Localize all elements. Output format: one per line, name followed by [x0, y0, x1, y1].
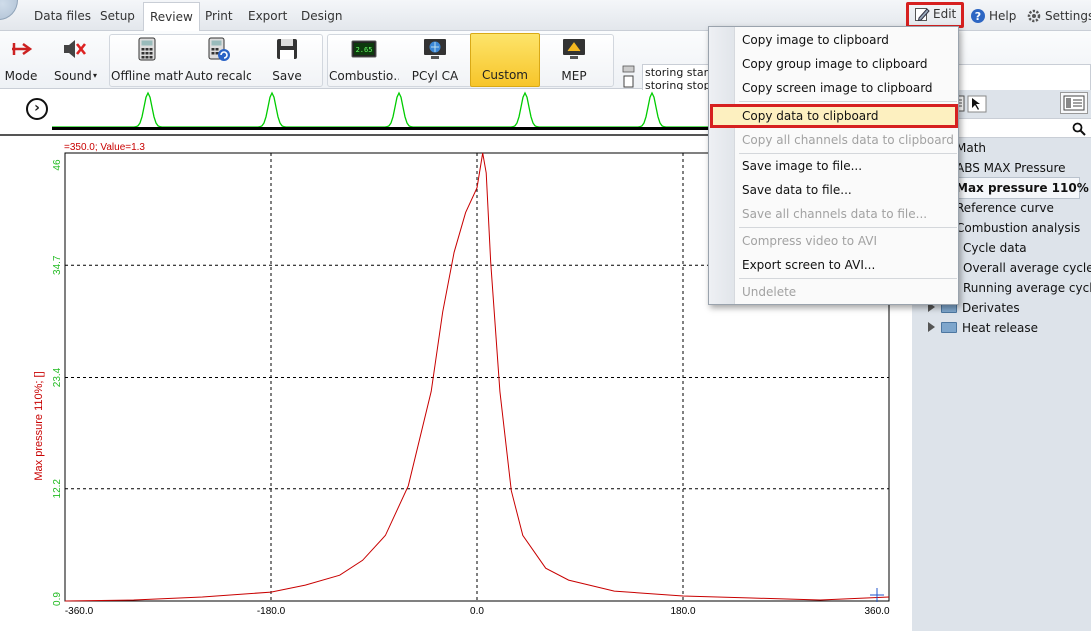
x-tick-label: -180.0: [257, 606, 286, 617]
combustion-button[interactable]: 2.65 Combustio…: [329, 33, 399, 87]
y-tick-label: 0.9: [52, 592, 63, 606]
tab-design[interactable]: Design: [295, 2, 348, 31]
tab-export[interactable]: Export: [242, 2, 293, 31]
custom-button[interactable]: Custom: [470, 33, 540, 87]
mep-button[interactable]: MEP: [543, 33, 605, 87]
tree-item-cycle-data[interactable]: Cycle data: [963, 238, 1027, 258]
save-label: Save: [272, 69, 302, 83]
menu-item-export-screen-avi[interactable]: Export screen to AVI...: [742, 254, 875, 276]
x-tick-label: 360.0: [864, 606, 889, 617]
tree-item-math[interactable]: Math: [956, 138, 986, 158]
tab-print[interactable]: Print: [199, 2, 239, 31]
tab-data-files[interactable]: Data files: [28, 2, 97, 31]
calculator-refresh-icon: [208, 37, 230, 61]
app-logo-icon[interactable]: [0, 0, 18, 20]
sound-muted-icon: [64, 40, 87, 58]
auto-recalc-label: Auto recalc: [185, 69, 251, 83]
mode-icon: [12, 42, 33, 56]
edit-dropdown-menu: Copy image to clipboard Copy group image…: [708, 26, 959, 305]
settings-icon: [1027, 9, 1041, 23]
panel-view-icon[interactable]: [1060, 92, 1088, 114]
menu-item-copy-group-image[interactable]: Copy group image to clipboard: [742, 53, 928, 75]
tree-item-overall-average-cycles[interactable]: Overall average cycles: [963, 258, 1091, 278]
menu-item-copy-image[interactable]: Copy image to clipboard: [742, 29, 889, 51]
floppy-disk-icon: [277, 39, 297, 59]
combustion-label: Combustio…: [329, 69, 399, 83]
offline-math-button[interactable]: Offline math: [111, 33, 183, 87]
cursor-readout: =350.0; Value=1.3: [64, 142, 145, 153]
custom-label: Custom: [482, 68, 528, 82]
y-tick-labels: 0.9 12.2 23.4 34.7 46: [52, 159, 63, 606]
mode-button[interactable]: Mode: [0, 33, 42, 87]
tree-item-reference-curve[interactable]: Reference curve: [956, 198, 1054, 218]
pcyl-ca-label: PCyl CA: [411, 69, 459, 83]
navigate-next-icon[interactable]: ›: [26, 98, 48, 120]
tree-item-running-average-cycles[interactable]: Running average cycles: [963, 278, 1091, 298]
combustion-display-icon: 2.65: [351, 40, 377, 58]
calculator-icon: [138, 37, 156, 61]
svg-text:2.65: 2.65: [356, 46, 373, 54]
edit-icon: [915, 8, 930, 22]
tree-item-label: Derivates: [962, 301, 1020, 315]
folder-icon: [941, 322, 957, 333]
menu-separator: [739, 101, 957, 102]
svg-text:?: ?: [975, 10, 981, 23]
chevron-down-icon[interactable]: ▾: [93, 71, 97, 80]
y-axis-label: Max pressure 110%; []: [33, 371, 45, 480]
menu-item-save-all-channels-data: Save all channels data to file...: [742, 207, 928, 221]
menu-item-save-data[interactable]: Save data to file...: [742, 179, 852, 201]
log-line: storing started: [645, 66, 711, 79]
monitor-globe-icon: [424, 39, 446, 59]
tab-setup[interactable]: Setup: [94, 2, 141, 31]
tree-item-heat-release[interactable]: Heat release: [928, 318, 1038, 338]
save-button[interactable]: Save: [258, 33, 316, 87]
mep-label: MEP: [561, 69, 587, 83]
edit-label: Edit: [933, 7, 957, 21]
sound-button[interactable]: Sound ▾: [46, 33, 102, 87]
settings-label: Settings: [1045, 9, 1091, 23]
help-label: Help: [989, 9, 1017, 23]
menu-item-undelete: Undelete: [742, 285, 797, 299]
menu-separator: [739, 153, 957, 154]
y-tick-label: 12.2: [52, 479, 63, 499]
menu-icon-gutter: [709, 27, 735, 304]
y-tick-label: 34.7: [52, 255, 63, 275]
edit-button[interactable]: Edit: [906, 2, 964, 28]
auto-recalc-button[interactable]: Auto recalc: [185, 33, 251, 87]
x-tick-labels: -360.0 -180.0 0.0 180.0 360.0: [65, 606, 890, 617]
tree-item-label: Heat release: [962, 321, 1039, 335]
settings-button[interactable]: Settings: [1020, 4, 1091, 27]
help-icon: ?: [971, 9, 985, 23]
help-button[interactable]: ? Help: [964, 4, 1017, 27]
menu-separator: [739, 278, 957, 279]
expand-arrow-icon[interactable]: [928, 322, 935, 332]
menu-item-compress-video: Compress video to AVI: [742, 234, 878, 248]
pcyl-ca-button[interactable]: PCyl CA: [401, 33, 469, 87]
menu-item-copy-all-channels-data: Copy all channels data to clipboard: [742, 133, 954, 147]
y-tick-label: 46: [52, 159, 63, 171]
application-window: Data files Setup Review Print Export Des…: [0, 0, 1091, 631]
x-tick-label: -360.0: [65, 606, 94, 617]
tree-item-abs-max-pressure[interactable]: ABS MAX Pressure: [956, 158, 1066, 178]
menu-item-copy-screen-image[interactable]: Copy screen image to clipboard: [742, 77, 933, 99]
search-icon[interactable]: [1072, 122, 1086, 136]
tree-item-max-pressure-110[interactable]: Max pressure 110%: [956, 178, 1089, 198]
menu-item-save-image[interactable]: Save image to file...: [742, 155, 862, 177]
y-tick-label: 23.4: [52, 367, 63, 387]
tab-review[interactable]: Review: [143, 2, 200, 32]
x-tick-label: 0.0: [470, 606, 484, 617]
mep-icon: [563, 39, 585, 59]
mode-label: Mode: [4, 69, 38, 83]
offline-math-label: Offline math: [111, 69, 183, 83]
tree-item-combustion-analysis[interactable]: Combustion analysis: [956, 218, 1080, 238]
menu-separator: [739, 227, 957, 228]
menu-item-copy-data[interactable]: Copy data to clipboard: [742, 105, 879, 127]
x-tick-label: 180.0: [670, 606, 695, 617]
